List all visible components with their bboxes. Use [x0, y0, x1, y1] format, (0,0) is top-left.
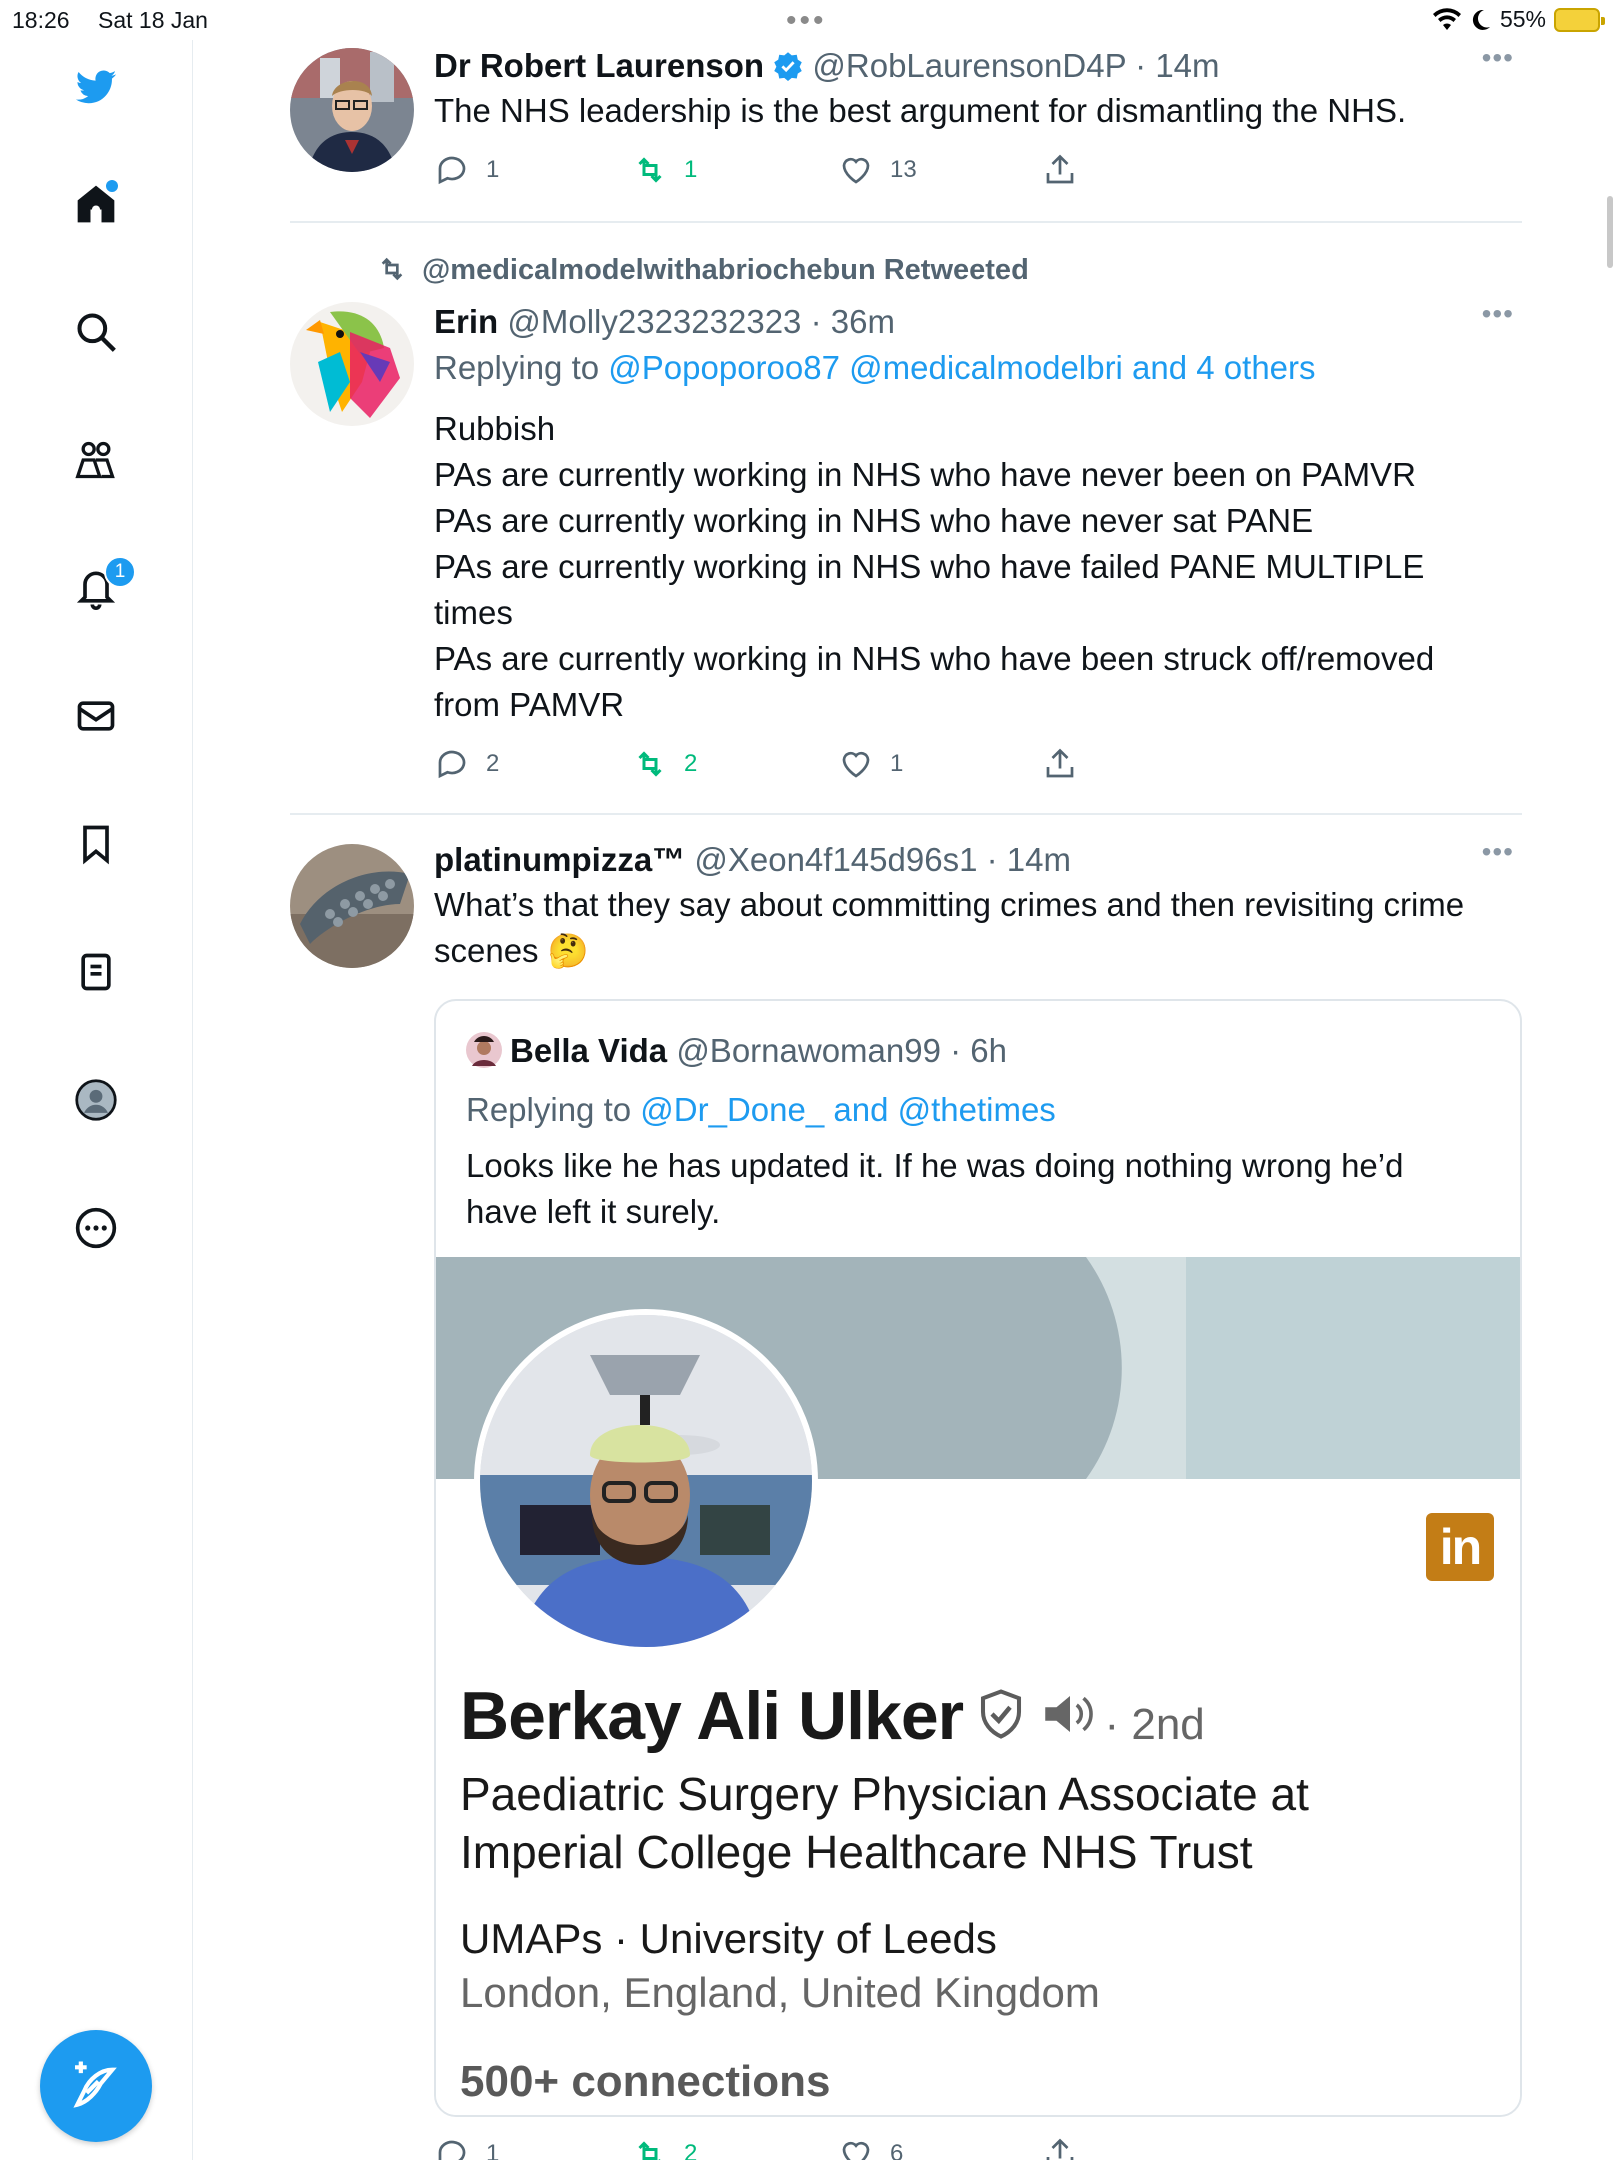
- compose-tweet-button[interactable]: [40, 2030, 152, 2142]
- tweet-text: The NHS leadership is the best argument …: [434, 92, 1407, 129]
- linkedin-name: Berkay Ali Ulker: [460, 1678, 964, 1754]
- author-name[interactable]: platinumpizza™: [434, 841, 685, 878]
- retweet-icon: [638, 751, 662, 777]
- like-button[interactable]: 1: [838, 746, 903, 782]
- quote-author-handle[interactable]: @Bornawoman99: [676, 1032, 941, 1069]
- share-button[interactable]: [1042, 152, 1078, 188]
- battery-percent: 55%: [1499, 6, 1546, 32]
- retweeted-by[interactable]: @medicalmodelwithabriochebun Retweeted: [374, 250, 1029, 290]
- like-button[interactable]: 13: [838, 152, 917, 188]
- linkedin-education: UMAPs · University of Leeds: [460, 1915, 997, 1962]
- retweet-count: 2: [684, 750, 698, 777]
- tweet-text: What’s that they say about committing cr…: [434, 886, 1465, 969]
- author-handle[interactable]: @Xeon4f145d96s1: [694, 841, 977, 878]
- quote-author-name[interactable]: Bella Vida: [510, 1032, 667, 1069]
- status-date: Sat 18 Jan: [98, 7, 208, 33]
- retweet-icon: [638, 157, 662, 183]
- quote-avatar[interactable]: [466, 1032, 502, 1068]
- avatar[interactable]: [290, 48, 414, 172]
- status-time: 18:26: [12, 7, 70, 33]
- tweet-divider: [290, 813, 1522, 815]
- avatar[interactable]: [290, 844, 414, 968]
- heart-icon: [842, 751, 870, 778]
- quote-text: Looks like he has updated it. If he was …: [466, 1147, 1404, 1230]
- communities-icon[interactable]: [70, 434, 122, 486]
- tweet[interactable]: Dr Robert Laurenson @RobLaurensonD4P · 1…: [290, 42, 1522, 196]
- profile-icon[interactable]: [70, 1074, 122, 1126]
- retweet-button[interactable]: 2: [632, 746, 697, 782]
- feather-plus-icon: [73, 2061, 117, 2108]
- moon-icon: [1472, 9, 1490, 30]
- replying-to: Replying to @Popoporoo87 @medicalmodelbr…: [434, 349, 1316, 386]
- tweet-time[interactable]: 14m: [1155, 47, 1219, 84]
- heart-icon: [842, 157, 870, 184]
- more-options-icon[interactable]: •••: [1482, 836, 1514, 868]
- reply-icon: [438, 750, 466, 779]
- notifications-badge: 1: [104, 556, 136, 588]
- retweet-small-icon: [381, 257, 403, 281]
- retweeted-by-label: @medicalmodelwithabriochebun Retweeted: [422, 254, 1029, 286]
- scrollbar-thumb[interactable]: [1607, 196, 1613, 268]
- replying-to-link[interactable]: @Popoporoo87 @medicalmodelbri and 4 othe…: [608, 349, 1315, 386]
- like-count: 13: [890, 156, 917, 183]
- messages-icon[interactable]: [70, 690, 122, 742]
- notifications-icon[interactable]: 1: [70, 556, 136, 614]
- speaker-icon: [1045, 1696, 1093, 1732]
- tweet[interactable]: @medicalmodelwithabriochebun Retweeted E…: [290, 250, 1522, 790]
- thinking-face-emoji: 🤔: [547, 932, 589, 969]
- tweet-time[interactable]: 14m: [1007, 841, 1071, 878]
- reply-count: 2: [486, 750, 500, 777]
- search-icon[interactable]: [70, 306, 122, 358]
- share-icon: [1046, 748, 1074, 778]
- retweet-button[interactable]: 1: [632, 152, 697, 188]
- status-bar: 18:26 Sat 18 Jan ••• 55%: [0, 0, 1620, 40]
- share-button[interactable]: [1042, 746, 1078, 782]
- linkedin-connections: 500+ connections: [460, 2057, 831, 2106]
- twitter-logo-icon[interactable]: [70, 62, 122, 114]
- quote-replying-to: Replying to @Dr_Done_ and @thetimes: [466, 1091, 1056, 1128]
- tweet-time[interactable]: 36m: [831, 303, 895, 340]
- multitasking-dots-icon[interactable]: •••: [786, 4, 827, 38]
- tweet-divider: [290, 221, 1522, 223]
- shield-verified-icon: [980, 1689, 1021, 1739]
- sidebar: 1: [0, 40, 193, 2160]
- avatar[interactable]: [290, 302, 414, 426]
- author-handle[interactable]: @Molly2323232323: [507, 303, 801, 340]
- linkedin-location: London, England, United Kingdom: [460, 1969, 1100, 2016]
- tweet-text: Rubbish PAs are currently working in NHS…: [434, 410, 1435, 723]
- home-unread-dot: [106, 180, 118, 192]
- author-handle[interactable]: @RobLaurensonD4P: [812, 47, 1126, 84]
- quote-time[interactable]: 6h: [970, 1032, 1007, 1069]
- like-count: 1: [890, 750, 904, 777]
- attached-image[interactable]: in Berkay Ali Ulker · 2nd Paediatric Sur…: [436, 1257, 1520, 2115]
- linkedin-profile-photo: [474, 1309, 818, 1653]
- verified-badge-icon: [774, 52, 802, 81]
- wifi-icon: [1432, 7, 1461, 30]
- quote-replying-to-link[interactable]: @Dr_Done_ and @thetimes: [640, 1091, 1056, 1128]
- home-icon[interactable]: [70, 178, 122, 230]
- linkedin-logo-icon: in: [1426, 1513, 1494, 1581]
- share-icon: [1046, 154, 1074, 184]
- linkedin-headline: Paediatric Surgery Physician Associate a…: [460, 1768, 1309, 1878]
- reply-icon: [438, 156, 466, 185]
- lists-icon[interactable]: [70, 946, 122, 998]
- more-options-icon[interactable]: •••: [1482, 298, 1514, 330]
- reply-button[interactable]: 2: [434, 746, 499, 782]
- reply-count: 1: [486, 156, 500, 183]
- reply-button[interactable]: 1: [434, 152, 499, 188]
- more-options-icon[interactable]: •••: [1482, 42, 1514, 74]
- retweet-count: 1: [684, 156, 698, 183]
- battery-icon: [1554, 7, 1605, 32]
- more-icon[interactable]: [70, 1202, 122, 1254]
- bookmarks-icon[interactable]: [70, 818, 122, 870]
- author-name[interactable]: Dr Robert Laurenson: [434, 47, 764, 84]
- linkedin-degree: · 2nd: [1104, 1700, 1205, 1749]
- author-name[interactable]: Erin: [434, 303, 498, 340]
- quoted-tweet[interactable]: Bella Vida @Bornawoman99 · 6h Replying t…: [434, 999, 1522, 2117]
